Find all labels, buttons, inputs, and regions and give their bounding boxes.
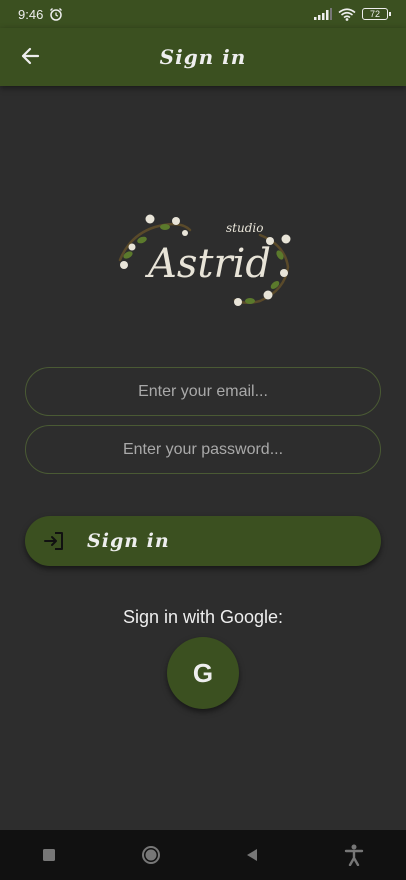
- logo-studio-text: studio: [226, 221, 263, 235]
- circle-icon[interactable]: [141, 845, 161, 865]
- email-field[interactable]: [25, 367, 381, 416]
- page-title: Sign in: [159, 45, 247, 69]
- back-button[interactable]: [12, 38, 48, 74]
- status-left: 9:46: [18, 7, 63, 22]
- arrow-left-icon: [21, 47, 40, 65]
- square-icon[interactable]: [42, 848, 56, 862]
- status-bar: 9:46 72: [0, 0, 406, 28]
- signal-icon: [314, 8, 332, 20]
- google-sign-in-button[interactable]: G: [167, 637, 239, 709]
- sign-in-label: Sign in: [87, 530, 170, 552]
- accessibility-icon[interactable]: [344, 844, 364, 866]
- google-sign-in-label: Sign in with Google:: [122, 607, 284, 627]
- status-right: 72: [314, 7, 391, 21]
- app-logo: studio Astrid: [118, 214, 291, 306]
- login-icon: [44, 532, 63, 550]
- triangle-icon[interactable]: [245, 848, 259, 862]
- sign-in-button[interactable]: Sign in: [25, 516, 381, 566]
- status-time: 9:46: [18, 6, 44, 22]
- google-icon: G: [192, 657, 214, 688]
- app-bar: Sign in: [0, 28, 406, 86]
- password-field[interactable]: [25, 425, 381, 474]
- battery-icon: 72: [362, 8, 391, 20]
- system-nav-bar: [0, 830, 406, 880]
- wifi-icon: [338, 7, 356, 21]
- logo-astrid-text: Astrid: [144, 241, 271, 287]
- alarm-icon: [50, 8, 63, 21]
- battery-level: 72: [369, 9, 380, 19]
